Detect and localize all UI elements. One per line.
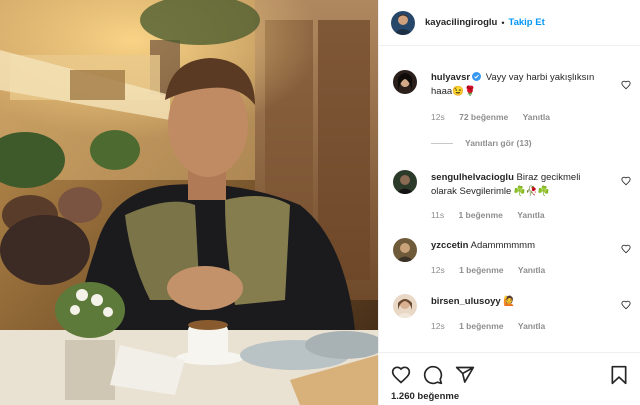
comment-item: birsen_ulusoyy 🙋 12s 1 beğenme Yanıtla [391,294,631,338]
comment-text-block: yzccetin Adammmmmm [431,239,601,253]
comment-time: 12s [431,321,445,331]
comment-text: 🙋 [503,296,516,307]
comment-likes[interactable]: 1 beğenme [459,321,503,331]
commenter-avatar[interactable] [393,294,417,318]
reply-button[interactable]: Yanıtla [517,210,544,220]
comment-item: hulyavsr Vayy vay harbi yakışlıksın haaa… [391,70,631,150]
comment-text-block: birsen_ulusoyy 🙋 [431,295,601,309]
comment-time: 12s [431,265,445,275]
comment-item: sengulhelvacioglu Biraz gecikmeli olarak… [391,170,631,230]
post-actions: 1.260 beğenme [379,352,640,405]
comment-text: Adammmmmm [470,240,536,251]
commenter-username[interactable]: birsen_ulusoyy [431,296,501,307]
commenter-avatar[interactable] [393,170,417,194]
author-avatar[interactable] [391,10,415,35]
commenter-username[interactable]: yzccetin [431,240,469,251]
comment-text-block: hulyavsr Vayy vay harbi yakışlıksın haaa… [431,71,601,99]
verified-badge-icon [472,72,482,81]
view-replies-label: Yanıtları gör (13) [465,138,532,148]
comment-time: 12s [431,112,445,122]
paper-plane-icon[interactable] [455,365,475,385]
heart-outline-icon[interactable] [391,365,411,385]
comment-meta: 12s 72 beğenme Yanıtla [431,112,562,122]
comment-like-icon[interactable] [621,176,631,186]
comment-bubble-icon[interactable] [423,365,443,385]
commenter-avatar[interactable] [393,70,417,94]
comment-item: yzccetin Adammmmmm 12s 1 beğenme Yanıtla [391,238,631,282]
comment-meta: 11s 1 beğenme Yanıtla [431,210,557,220]
post-likes-count[interactable]: 1.260 beğenme [391,391,459,402]
comment-text-block: sengulhelvacioglu Biraz gecikmeli olarak… [431,171,601,199]
header-separator: • [501,17,505,28]
follow-button[interactable]: Takip Et [508,17,544,28]
comments-list[interactable]: hulyavsr Vayy vay harbi yakışlıksın haaa… [379,46,640,352]
commenter-username[interactable]: sengulhelvacioglu [431,172,514,183]
comment-likes[interactable]: 1 beğenme [459,265,503,275]
post-sidebar: kayacilingiroglu • Takip Et hulyavsr Vay… [378,0,640,405]
comment-like-icon[interactable] [621,300,631,310]
post-photo[interactable] [0,0,378,405]
bookmark-icon[interactable] [609,365,629,385]
comment-likes[interactable]: 1 beğenme [458,210,502,220]
post-header: kayacilingiroglu • Takip Et [379,0,640,46]
reply-button[interactable]: Yanıtla [518,321,545,331]
comment-likes[interactable]: 72 beğenme [459,112,508,122]
replies-divider [431,142,453,144]
comment-like-icon[interactable] [621,244,631,254]
commenter-avatar[interactable] [393,238,417,262]
comment-like-icon[interactable] [621,80,631,90]
reply-button[interactable]: Yanıtla [523,112,550,122]
comment-meta: 12s 1 beğenme Yanıtla [431,265,557,275]
comment-meta: 12s 1 beğenme Yanıtla [431,321,557,331]
post-photo-illustration [0,0,378,405]
author-username[interactable]: kayacilingiroglu [425,17,497,28]
view-replies-button[interactable]: Yanıtları gör (13) [431,138,532,148]
commenter-username[interactable]: hulyavsr [431,72,470,83]
reply-button[interactable]: Yanıtla [518,265,545,275]
comment-time: 11s [431,210,445,220]
